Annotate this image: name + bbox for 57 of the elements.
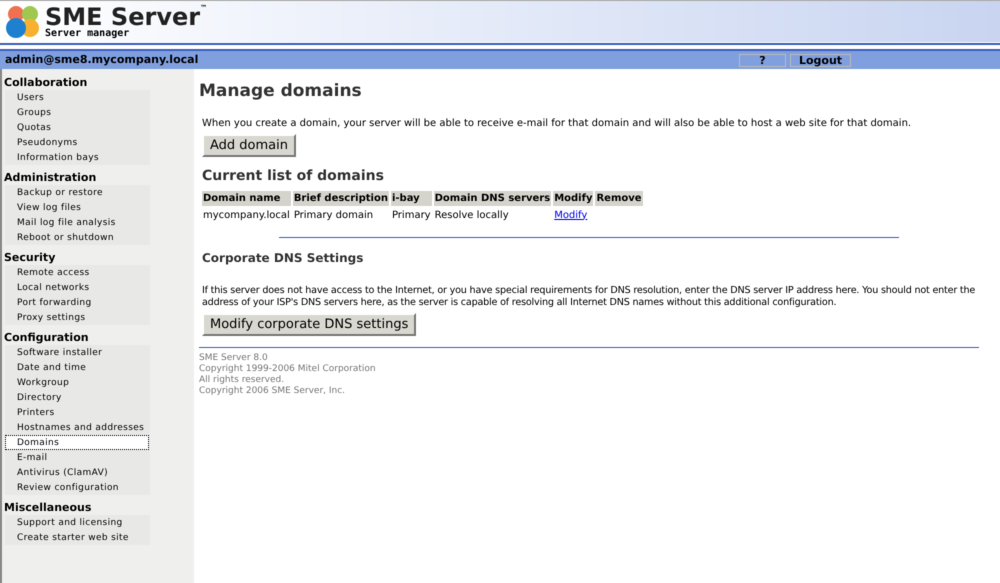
footer-text: Copyright 2006 SME Server, Inc. [199, 386, 346, 396]
modify-link[interactable]: Modify [554, 210, 588, 220]
table-cell-text: mycompany.local [202, 208, 291, 222]
sidebar-item[interactable]: Users [5, 90, 150, 105]
column-header: Modify [553, 190, 594, 206]
modify-dns-button[interactable]: Modify corporate DNS settings [202, 312, 416, 336]
column-header: i-bay [390, 190, 432, 206]
footer-text: SME Server 8.0 [199, 352, 269, 364]
sidebar-item[interactable]: Review configuration [5, 480, 150, 495]
user-name: admin@sme8.mycompany.local [5, 52, 200, 68]
sidebar-item[interactable]: Local networks [5, 280, 150, 295]
column-header: Domain name [202, 190, 291, 206]
table-cell-text: Primary [390, 208, 432, 222]
sidebar-item[interactable]: Groups [5, 105, 150, 120]
sidebar-heading: Collaboration [4, 75, 88, 90]
sidebar-heading: Miscellaneous [4, 500, 92, 515]
sidebar-item[interactable]: Antivirus (ClamAV) [5, 465, 150, 480]
sidebar-item[interactable]: Printers [5, 405, 150, 420]
section-title: Corporate DNS Settings [202, 250, 364, 266]
table-cell-text: Primary domain [292, 208, 374, 222]
add-domain-button[interactable]: Add domain [202, 134, 296, 156]
sidebar-item[interactable]: Software installer [5, 345, 150, 360]
column-header: Remove [595, 190, 643, 206]
help-button[interactable]: ? [739, 54, 786, 66]
sidebar-item[interactable]: Backup or restore [5, 185, 150, 200]
column-header: Domain DNS servers [434, 190, 552, 206]
footer-text: Copyright 1999-2006 Mitel Corporation [199, 364, 377, 374]
sidebar-item[interactable]: Date and time [5, 360, 150, 375]
sidebar-item[interactable]: Hostnames and addresses [5, 420, 150, 435]
intro-text: When you create a domain, your server will be able to receive e-mail for that domain and will also be able to host a web site for that domain. [202, 116, 912, 130]
sidebar-item[interactable]: Port forwarding [5, 295, 150, 310]
sidebar-item[interactable]: E-mail [5, 450, 150, 465]
app-subtitle: Server manager [45, 28, 130, 38]
sidebar-item[interactable]: Mail log file analysis [5, 215, 150, 230]
sidebar-heading: Administration [4, 170, 98, 185]
section-title: Current list of domains [202, 166, 385, 186]
logout-button[interactable]: Logout [790, 54, 851, 66]
sidebar-item[interactable]: Create starter web site [5, 530, 150, 545]
sidebar-item[interactable]: Quotas [5, 120, 150, 135]
sidebar-item[interactable]: Domains [5, 435, 149, 450]
sidebar-item[interactable]: Directory [5, 390, 150, 405]
sidebar-heading: Security [4, 250, 56, 265]
dns-description: If this server does not have access to the Internet, or you have special requirements for DNS resolution, enter the DNS server IP address here. You should not enter the address of your ISP's DNS servers here, as the server is capable of resolving all Internet DNS names without this additional configuration. [202, 284, 976, 308]
sidebar-item[interactable]: Proxy settings [5, 310, 150, 325]
sidebar-item[interactable]: Information bays [5, 150, 150, 165]
footer-text: All rights reserved. [199, 374, 286, 386]
sidebar-item[interactable]: Remote access [5, 265, 150, 280]
app-title: SME Server [45, 4, 200, 28]
table-cell-text: Resolve locally [434, 208, 510, 222]
sidebar-heading: Configuration [4, 330, 90, 345]
sidebar-item[interactable]: Workgroup [5, 375, 150, 390]
column-header: Brief description [292, 190, 389, 206]
sidebar-item[interactable]: View log files [5, 200, 150, 215]
sidebar-item[interactable]: Support and licensing [5, 515, 150, 530]
page-title: Manage domains [199, 80, 363, 103]
sidebar-item[interactable]: Reboot or shutdown [5, 230, 150, 245]
sidebar-item[interactable]: Pseudonyms [5, 135, 150, 150]
